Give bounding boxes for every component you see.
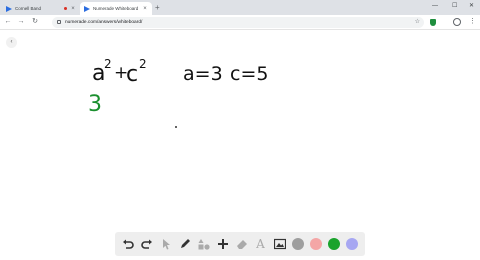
new-tab-button[interactable]: + <box>155 2 160 13</box>
tab-strip: Cornell Band × Numerade Whiteboard × + —… <box>0 0 480 15</box>
handwriting-c: c <box>126 62 139 87</box>
color-swatch-lavender[interactable] <box>346 238 358 250</box>
lock-icon <box>57 20 61 24</box>
bookmark-star-icon[interactable]: ☆ <box>415 17 420 28</box>
browser-window: Cornell Band × Numerade Whiteboard × + —… <box>0 0 480 260</box>
minimize-icon[interactable]: — <box>432 1 438 11</box>
move-icon[interactable] <box>216 238 229 251</box>
cursor-dot <box>175 126 177 128</box>
redo-icon[interactable] <box>140 238 153 251</box>
color-swatch-green[interactable] <box>328 238 340 250</box>
profile-avatar-icon[interactable] <box>453 18 461 26</box>
tab-favicon-icon <box>84 5 90 12</box>
pen-icon[interactable] <box>178 238 191 251</box>
url-text: numerade.com/answers/whiteboard/ <box>65 20 143 25</box>
address-bar[interactable]: numerade.com/answers/whiteboard/ ☆ <box>52 17 424 28</box>
handwriting-exponent: 2 <box>104 57 112 71</box>
text-icon[interactable]: A <box>254 237 267 251</box>
tab-favicon-icon <box>6 5 12 12</box>
image-icon[interactable] <box>273 238 286 251</box>
tab-title: Cornell Band <box>15 6 42 11</box>
close-icon[interactable]: × <box>142 6 148 12</box>
handwriting-a-equals: a=3 <box>183 63 223 85</box>
handwriting-green-3: 3 <box>88 92 102 117</box>
eraser-icon[interactable] <box>235 238 248 251</box>
close-icon[interactable]: × <box>70 6 76 12</box>
drawing-toolbar: A <box>115 232 365 256</box>
tab-numerade-whiteboard[interactable]: Numerade Whiteboard × <box>80 2 152 15</box>
undo-icon[interactable] <box>121 238 134 251</box>
color-swatch-pink[interactable] <box>310 238 322 250</box>
whiteboard-canvas[interactable]: ‹ a 2 + c 2 a=3 c=5 3 <box>0 31 480 260</box>
handwriting-c-equals: c=5 <box>230 63 269 85</box>
pointer-icon[interactable] <box>159 238 172 251</box>
more-menu-icon[interactable]: ⋮ <box>469 16 476 28</box>
color-swatch-gray[interactable] <box>292 238 304 250</box>
back-icon[interactable]: ← <box>3 16 13 28</box>
recording-indicator-icon <box>64 7 67 10</box>
handwriting-exponent: 2 <box>139 57 147 71</box>
extension-shield-icon[interactable] <box>430 19 436 26</box>
canvas-back-icon[interactable]: ‹ <box>6 37 17 48</box>
tab-cornell-band[interactable]: Cornell Band × <box>2 2 80 15</box>
reload-icon[interactable]: ↻ <box>30 16 40 28</box>
maximize-icon[interactable]: ☐ <box>452 1 457 11</box>
shapes-icon[interactable] <box>197 238 210 251</box>
forward-icon[interactable]: → <box>16 16 26 28</box>
window-close-icon[interactable]: ✕ <box>469 1 474 11</box>
tab-title: Numerade Whiteboard <box>93 6 139 11</box>
browser-toolbar: ← → ↻ numerade.com/answers/whiteboard/ ☆… <box>0 15 480 30</box>
